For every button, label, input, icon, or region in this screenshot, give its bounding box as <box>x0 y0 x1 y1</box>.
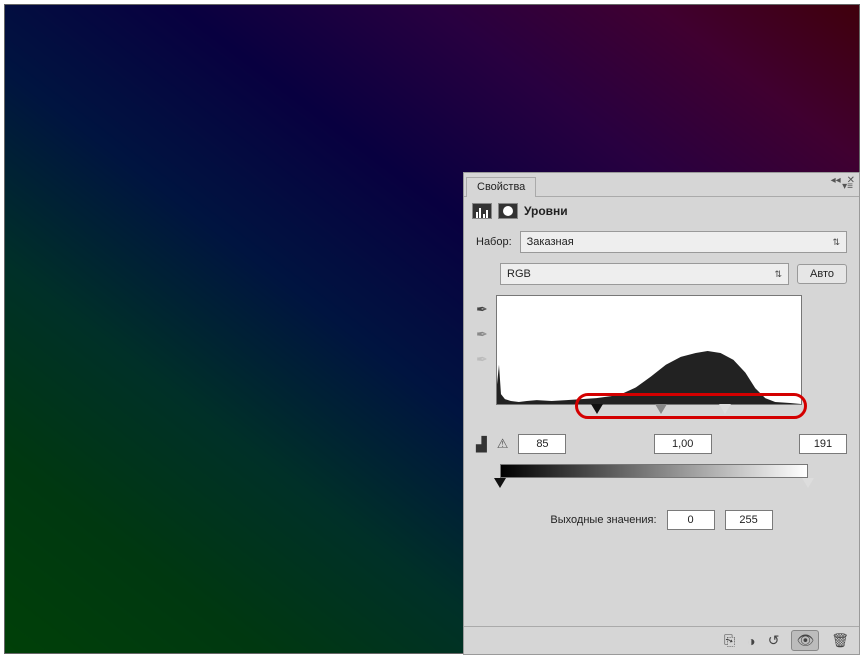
input-highlight-handle[interactable] <box>719 404 731 414</box>
input-shadow-handle[interactable] <box>591 404 603 414</box>
input-shadow-field[interactable]: 85 <box>518 434 566 454</box>
histogram[interactable] <box>496 295 802 405</box>
input-levels-row: ▟ ⚠ 85 1,00 191 <box>476 434 847 454</box>
warning-icon: ⚠ <box>497 436 509 452</box>
clip-to-layer-icon[interactable]: ⎘ <box>724 632 735 649</box>
levels-area: ✒ ✒ ✒ <box>476 295 847 418</box>
eyedropper-black-icon[interactable]: ✒ <box>476 301 488 318</box>
panel-footer: ⎘ ◑ ↺ 👁 🗑 <box>464 626 859 654</box>
output-shadow-field[interactable]: 0 <box>667 510 715 530</box>
output-levels-row: Выходные значения: 0 255 <box>476 510 847 530</box>
toggle-visibility-icon[interactable]: 👁 <box>791 630 819 651</box>
eyedropper-column: ✒ ✒ ✒ <box>476 295 488 368</box>
histogram-block <box>496 295 847 418</box>
view-previous-icon[interactable]: ◑ <box>747 633 755 649</box>
auto-button[interactable]: Авто <box>797 264 847 284</box>
output-label: Выходные значения: <box>550 514 656 526</box>
tab-properties[interactable]: Свойства <box>466 177 536 197</box>
input-slider-track[interactable] <box>496 404 802 418</box>
output-gradient[interactable] <box>500 464 808 478</box>
input-midtone-field[interactable]: 1,00 <box>654 434 712 454</box>
preset-label: Набор: <box>476 236 512 248</box>
output-gradient-row <box>476 464 847 490</box>
chevron-updown-icon: ⇅ <box>774 269 782 280</box>
reset-icon[interactable]: ↺ <box>768 632 780 649</box>
panel-tabbar: Свойства ▾≡ <box>464 173 859 197</box>
eyedropper-gray-icon[interactable]: ✒ <box>476 326 488 343</box>
panel-close-icon[interactable]: ✕ <box>847 175 855 186</box>
levels-adjustment-icon <box>472 203 492 219</box>
panel-body: Набор: Заказная ⇅ RGB ⇅ Авто ✒ ✒ ✒ <box>464 225 859 626</box>
output-shadow-handle[interactable] <box>494 478 506 488</box>
histogram-mini-icon: ▟ <box>476 436 487 453</box>
auto-button-label: Авто <box>810 268 834 280</box>
input-midtone-handle[interactable] <box>655 404 667 414</box>
channel-select[interactable]: RGB ⇅ <box>500 263 789 285</box>
panel-header: Уровни <box>464 197 859 225</box>
channel-value: RGB <box>507 268 531 280</box>
channel-row: RGB ⇅ Авто <box>500 263 847 285</box>
output-slider-track[interactable] <box>500 478 808 490</box>
panel-title: Уровни <box>524 204 568 218</box>
preset-row: Набор: Заказная ⇅ <box>476 231 847 253</box>
panel-collapse-icon[interactable]: ◂◂ <box>831 175 841 186</box>
tab-properties-label: Свойства <box>477 181 525 193</box>
output-highlight-handle[interactable] <box>802 478 814 488</box>
preset-select[interactable]: Заказная ⇅ <box>520 231 847 253</box>
input-highlight-field[interactable]: 191 <box>799 434 847 454</box>
chevron-updown-icon: ⇅ <box>832 237 840 248</box>
output-highlight-field[interactable]: 255 <box>725 510 773 530</box>
eyedropper-white-icon[interactable]: ✒ <box>476 351 488 368</box>
delete-adjustment-icon[interactable]: 🗑 <box>831 632 849 649</box>
layer-mask-icon[interactable] <box>498 203 518 219</box>
preset-value: Заказная <box>527 236 574 248</box>
properties-panel: ◂◂ ✕ Свойства ▾≡ Уровни Набор: Заказная … <box>463 172 860 655</box>
